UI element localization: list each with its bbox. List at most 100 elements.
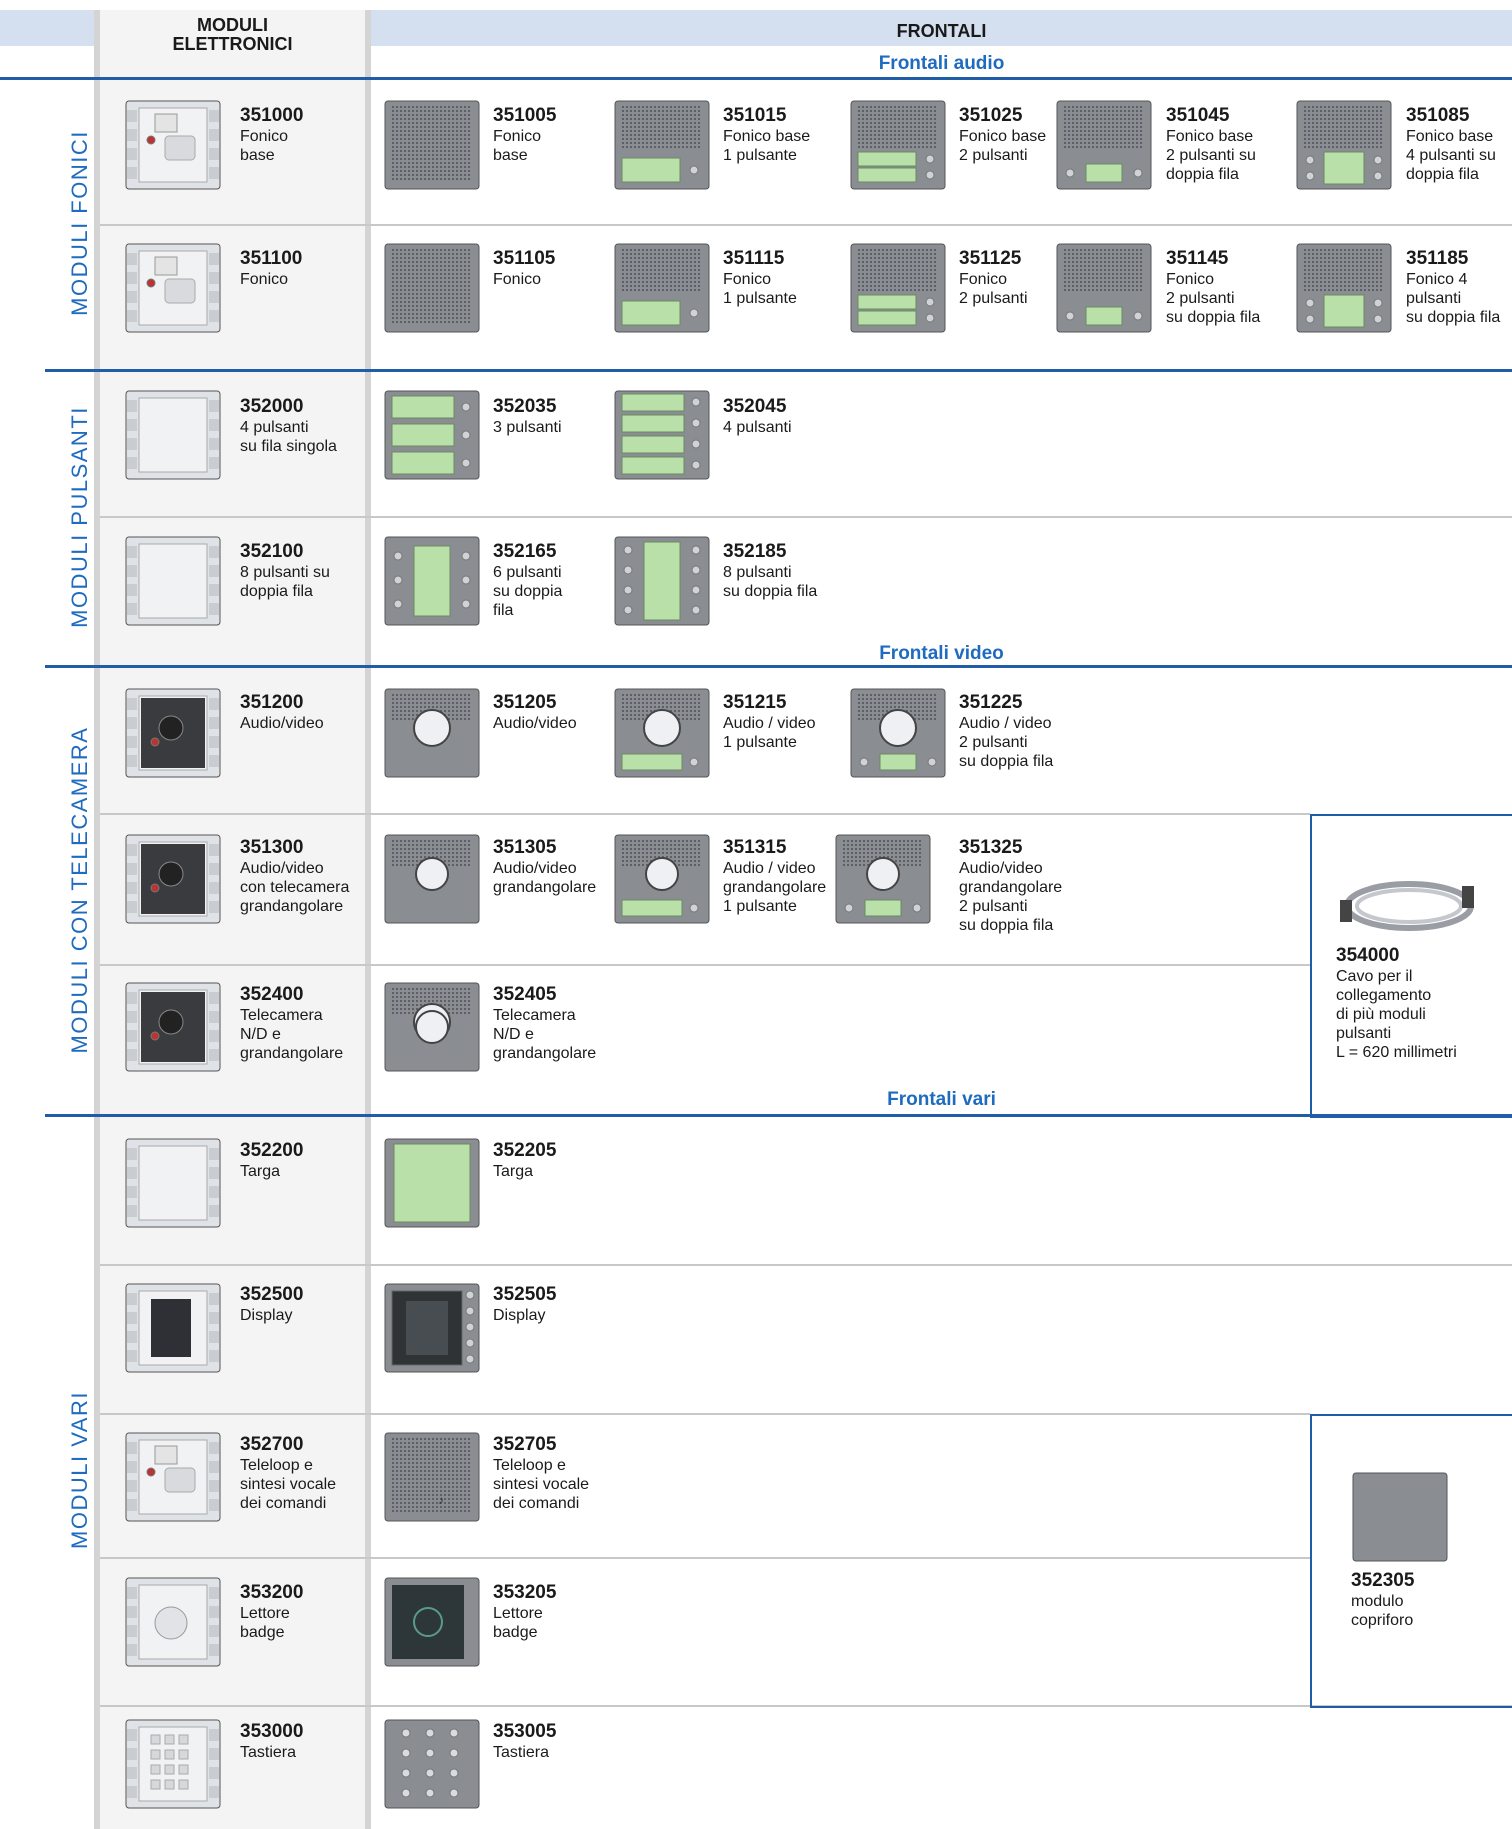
- product-image: [850, 688, 946, 778]
- product-image: [384, 536, 480, 626]
- product-image: [384, 100, 480, 190]
- item-353000: 353000 Tastiera: [240, 1721, 304, 1761]
- row-divider: [100, 516, 1512, 518]
- product-image: [384, 243, 480, 333]
- product-image: [1296, 100, 1392, 190]
- product-image: [384, 1138, 480, 1228]
- row-divider: [100, 813, 1310, 815]
- item-351300: 351300 Audio/video con telecamera grandan…: [240, 837, 350, 915]
- svg-text:♪: ♪: [438, 1493, 444, 1507]
- item-352185: 352185 8 pulsanti su doppia fila: [723, 541, 818, 600]
- item-352200: 352200 Targa: [240, 1140, 304, 1180]
- product-image: [384, 834, 480, 924]
- item-351145: 351145 Fonico 2 pulsanti su doppia fila: [1166, 248, 1261, 326]
- section-divider: [45, 1114, 1512, 1117]
- item-352700: 352700 Teleloop e sintesi vocale dei coma…: [240, 1434, 337, 1512]
- product-image: [125, 243, 221, 333]
- header-moduli-elettronici: MODULI ELETTRONICI: [172, 15, 293, 54]
- row-divider: [100, 964, 1310, 966]
- item-352500: 352500 Display: [240, 1284, 304, 1324]
- item-351015: 351015 Fonico base 1 pulsante: [723, 105, 811, 164]
- item-352705: 352705 Teleloop e sintesi vocale dei coma…: [493, 1434, 590, 1512]
- product-image: [125, 100, 221, 190]
- product-image: [384, 390, 480, 480]
- item-352400: 352400 Telecamera N/D e grandangolare: [240, 984, 344, 1062]
- product-image: [384, 1577, 480, 1667]
- product-image: [125, 536, 221, 626]
- item-352405: 352405 Telecamera N/D e grandangolare: [493, 984, 597, 1062]
- section-divider: [45, 665, 1512, 668]
- item-352205: 352205 Targa: [493, 1140, 557, 1180]
- product-image: [614, 536, 710, 626]
- row-divider: [100, 1264, 1512, 1266]
- row-divider: [100, 1413, 1310, 1415]
- product-image: [850, 243, 946, 333]
- product-image: [384, 1719, 480, 1809]
- item-351105: 351105 Fonico: [493, 248, 556, 288]
- product-image: ♪: [384, 1432, 480, 1522]
- product-image: [614, 688, 710, 778]
- product-image: [125, 1283, 221, 1373]
- product-image: [614, 100, 710, 190]
- item-352035: 352035 3 pulsanti: [493, 396, 562, 436]
- item-351005: 351005 Fonico base: [493, 105, 557, 164]
- item-351025: 351025 Fonico base 2 pulsanti: [959, 105, 1047, 164]
- section-label-fonici: MODULI FONICI: [67, 130, 92, 316]
- product-image: [125, 688, 221, 778]
- product-image: [1296, 243, 1392, 333]
- product-image: [384, 982, 480, 1072]
- product-image: [125, 1138, 221, 1228]
- item-351045: 351045 Fonico base 2 pulsanti su doppia f…: [1166, 105, 1256, 183]
- item-352505: 352505 Display: [493, 1284, 557, 1324]
- product-image: [614, 390, 710, 480]
- section-label-telecamera: MODULI CON TELECAMERA: [67, 726, 92, 1054]
- product-image: [125, 1719, 221, 1809]
- item-351115: 351115 Fonico 1 pulsante: [723, 248, 797, 307]
- item-351125: 351125 Fonico 2 pulsanti: [959, 248, 1028, 307]
- item-354000: 354000 Cavo per il collegamento di più mo…: [1336, 945, 1457, 1061]
- product-image: [384, 1283, 480, 1373]
- item-351185: 351185 Fonico 4 pulsanti su doppia fila: [1406, 248, 1501, 326]
- product-image: [850, 100, 946, 190]
- item-352165: 352165 6 pulsanti su doppia fila: [493, 541, 563, 619]
- product-image: [614, 834, 710, 924]
- item-351100: 351100 Fonico: [240, 248, 303, 288]
- product-image: [1352, 1472, 1448, 1562]
- product-image: [1056, 243, 1152, 333]
- item-351215: 351215 Audio / video 1 pulsante: [723, 692, 816, 751]
- subheader-frontali-audio: Frontali audio: [878, 53, 1005, 74]
- item-352000: 352000 4 pulsanti su fila singola: [240, 396, 337, 455]
- section-divider: [0, 77, 1512, 80]
- row-divider: [100, 1557, 1310, 1559]
- cable-image: [1334, 856, 1484, 946]
- item-351085: 351085 Fonico base 4 pulsanti su doppia f…: [1406, 105, 1496, 183]
- product-image: [125, 1432, 221, 1522]
- item-351225: 351225 Audio / video 2 pulsanti su doppia…: [959, 692, 1054, 770]
- product-image: [125, 1577, 221, 1667]
- item-353200: 353200 Lettore badge: [240, 1582, 304, 1641]
- item-352305: 352305 modulo copriforo: [1351, 1570, 1415, 1629]
- row-divider: [100, 224, 1512, 226]
- row-divider: [100, 1705, 1512, 1707]
- section-label-pulsanti: MODULI PULSANTI: [67, 406, 92, 628]
- product-image: [125, 982, 221, 1072]
- item-351325: 351325 Audio/video grandangolare 2 pulsan…: [959, 837, 1063, 934]
- product-image: [125, 390, 221, 480]
- product-image: [614, 243, 710, 333]
- item-353205: 353205 Lettore badge: [493, 1582, 557, 1641]
- item-353005: 353005 Tastiera: [493, 1721, 557, 1761]
- subheader-frontali-video: Frontali video: [879, 643, 1004, 664]
- product-image: [125, 834, 221, 924]
- section-divider: [45, 369, 1512, 372]
- header-frontali: FRONTALI: [896, 21, 987, 41]
- product-image: [1056, 100, 1152, 190]
- item-351200: 351200 Audio/video: [240, 692, 324, 732]
- item-351205: 351205 Audio/video: [493, 692, 577, 732]
- item-352045: 352045 4 pulsanti: [723, 396, 792, 436]
- item-352100: 352100 8 pulsanti su doppia fila: [240, 541, 330, 600]
- item-351000: 351000 Fonico base: [240, 105, 304, 164]
- product-image: [835, 834, 931, 924]
- item-351305: 351305 Audio/video grandangolare: [493, 837, 597, 896]
- product-image: [384, 688, 480, 778]
- item-351315: 351315 Audio / video grandangolare 1 puls…: [723, 837, 827, 915]
